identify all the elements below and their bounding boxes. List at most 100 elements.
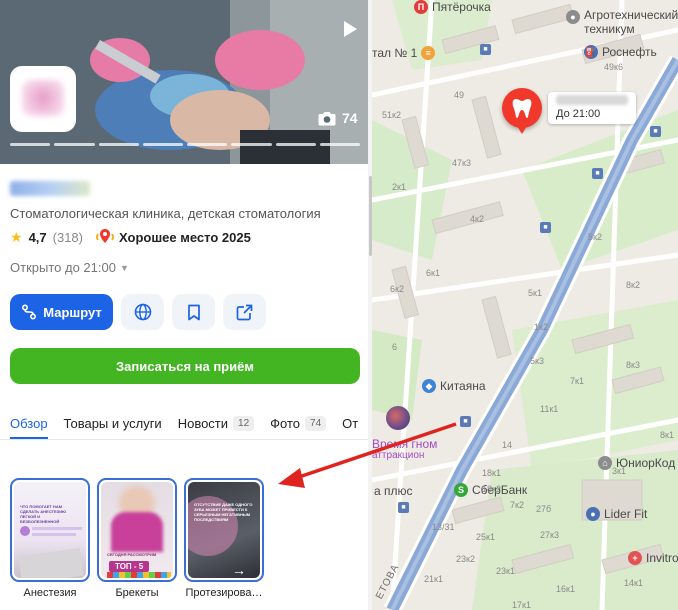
house-number: 23к1 (496, 566, 515, 576)
food-icon: ≡ (421, 46, 436, 60)
house-number: 27к3 (540, 530, 559, 540)
car-icon: ◆ (422, 379, 436, 393)
house-number: 2к1 (392, 182, 406, 192)
house-number: 18к1 (482, 468, 501, 478)
house-number: 4к2 (470, 214, 484, 224)
fuel-icon: ⛽ (584, 45, 598, 59)
house-number: 3к1 (612, 466, 626, 476)
rating-row[interactable]: ★ 4,7 (318) Хорошее место 2025 (10, 228, 251, 246)
clinic-map-pin[interactable] (502, 88, 542, 134)
house-number: 17к1 (512, 600, 531, 610)
house-number: 7к2 (510, 500, 524, 510)
user-avatar-marker[interactable] (386, 406, 410, 430)
bus-stop-icon[interactable]: ■ (460, 416, 471, 427)
bus-stop-icon[interactable]: ■ (540, 222, 551, 233)
play-icon[interactable] (342, 20, 360, 40)
tab-overview[interactable]: Обзор (10, 412, 48, 434)
poi-aplus[interactable]: а плюс (374, 484, 413, 498)
app-root: П Пятёрочка ● Агротехнический техникум ⛽… (0, 0, 678, 610)
tab-photos[interactable]: Фото 74 (270, 412, 327, 434)
working-hours[interactable]: Открыто до 21:00 ▼ (10, 260, 129, 275)
fitness-icon: ● (586, 507, 600, 521)
house-number: 13/31 (432, 522, 455, 532)
poi-pyaterochka[interactable]: П Пятёрочка (414, 0, 491, 14)
house-number: 7к1 (570, 376, 584, 386)
house-number: 6к1 (426, 268, 440, 278)
star-icon: ★ (10, 228, 23, 245)
bus-stop-icon[interactable]: ■ (398, 502, 409, 513)
bus-stop-icon[interactable]: ■ (650, 126, 661, 137)
house-number: 18к2 (482, 484, 501, 494)
award-label[interactable]: Хорошее место 2025 (119, 230, 251, 245)
arrow-right-icon: → (232, 562, 246, 578)
news-count-badge: 12 (233, 415, 255, 431)
poi-liderfit[interactable]: ● Lider Fit (586, 507, 647, 521)
house-number: 27б (536, 504, 552, 514)
house-number: 1к2 (534, 322, 548, 332)
house-number: 8к1 (660, 430, 674, 440)
poi-invitro[interactable]: + Invitro (628, 551, 678, 565)
hero-gallery[interactable]: 74 (0, 0, 372, 164)
organization-panel: 74 Стоматологическая клиника, детская ст… (0, 0, 372, 610)
poi-gnom[interactable]: Время гном (372, 437, 437, 451)
website-button[interactable] (121, 294, 164, 330)
share-button[interactable] (223, 294, 266, 330)
poi-tal[interactable]: тал № 1 ≡ (372, 46, 436, 60)
story-card-anesthesia[interactable]: ЧТО ПОМОГАЕТ НАМ СДЕЛАТЬ АНЕСТЕЗИЮ ЛЕГКО… (10, 478, 90, 582)
tab-reviews[interactable]: От (342, 412, 358, 434)
house-number: 21к1 (424, 574, 443, 584)
poi-kitayana[interactable]: ◆ Китаяна (422, 379, 486, 393)
chevron-down-icon: ▼ (119, 262, 129, 273)
house-number: 47к3 (452, 158, 471, 168)
story-label: Анестезия (23, 587, 77, 599)
store-icon: П (414, 0, 428, 14)
bank-icon: S (454, 483, 468, 497)
house-number: 14 (502, 440, 513, 450)
tooth-icon (512, 99, 532, 118)
tabs-bar: Обзор Товары и услуги Новости 12 Фото 74 О… (10, 412, 358, 434)
medical-icon: + (628, 551, 642, 565)
bookmark-icon (187, 304, 200, 320)
poi-rosneft[interactable]: ⛽ Роснефть (584, 45, 657, 59)
house-number: 49к6 (604, 62, 623, 72)
education-icon: ⌂ (598, 456, 612, 470)
panel-scrollbar[interactable] (368, 0, 372, 610)
house-number: 5к2 (588, 232, 602, 242)
story-label: Протезирова… (185, 587, 263, 599)
house-number: 14к1 (624, 578, 643, 588)
globe-icon (134, 303, 151, 321)
tabs-divider (0, 439, 368, 440)
rating-count[interactable]: (318) (53, 230, 83, 245)
bus-stop-icon[interactable]: ■ (480, 44, 491, 55)
camera-icon (318, 111, 336, 125)
story-card-braces[interactable]: СЕГОДНЯ РАССМОТРИМ ТОП - 5 (97, 478, 177, 582)
poi-juniorkod[interactable]: ⌂ ЮниорКод (598, 456, 675, 470)
poi-attraction: аттракцион (372, 450, 425, 461)
tab-goods-services[interactable]: Товары и услуги (64, 412, 162, 434)
story-card-prosthetics[interactable]: ОТСУТСТВИЕ ДАЖЕ ОДНОГО ЗУБА МОЖЕТ ПРИВЕС… (184, 478, 264, 582)
tab-news[interactable]: Новости 12 (178, 412, 255, 434)
house-number: 8к2 (626, 280, 640, 290)
rating-value: 4,7 (28, 229, 47, 245)
org-name-blurred[interactable] (10, 181, 90, 196)
bus-stop-icon[interactable]: ■ (592, 168, 603, 179)
clinic-pin-label[interactable]: До 21:00 (548, 92, 636, 124)
gallery-progress (10, 143, 360, 146)
book-appointment-button[interactable]: Записаться на приём (10, 348, 360, 384)
school-icon: ● (566, 10, 580, 24)
bookmark-button[interactable] (172, 294, 215, 330)
poi-technikum[interactable]: ● Агротехнический техникум (566, 8, 678, 36)
scrollbar-thumb[interactable] (369, 176, 372, 256)
org-category: Стоматологическая клиника, детская стома… (10, 206, 321, 221)
house-number: 6 (392, 342, 398, 352)
route-button[interactable]: Маршрут (10, 294, 113, 330)
house-number: 49 (454, 90, 465, 100)
clinic-name-blurred (556, 95, 628, 105)
award-icon (96, 229, 114, 243)
photo-counter[interactable]: 74 (318, 110, 358, 126)
route-icon (22, 304, 37, 320)
org-logo (10, 66, 76, 132)
story-badge: ТОП - 5 (109, 561, 150, 572)
house-number: 6к2 (390, 284, 404, 294)
house-number: 5к3 (530, 356, 544, 366)
